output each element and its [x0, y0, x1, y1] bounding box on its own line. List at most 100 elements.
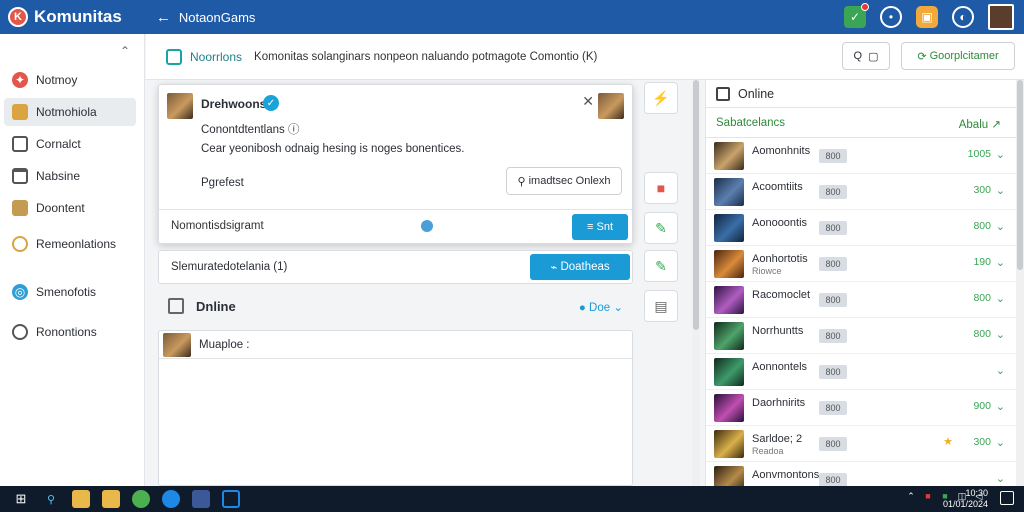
security-icon[interactable]: ■	[923, 491, 933, 501]
avatar	[714, 322, 744, 350]
window-icon[interactable]	[222, 490, 240, 508]
center-scrollbar[interactable]	[692, 80, 700, 486]
player-row[interactable]: Aonooontis 800 800 ⌄	[706, 210, 1019, 246]
star-icon: ★	[943, 436, 953, 448]
browser-icon[interactable]	[132, 490, 150, 508]
collapse-chevron-icon[interactable]: ⌃	[120, 44, 130, 58]
chevron-down-icon[interactable]: ⌄	[996, 292, 1005, 305]
chevron-down-icon[interactable]: ⌄	[996, 400, 1005, 413]
sidebar-item-6[interactable]: ◎ Smenofotis	[4, 278, 136, 306]
send-button[interactable]: ≡ Snt	[572, 214, 628, 240]
list-item[interactable]: Muaploe :	[159, 331, 632, 359]
online-panel-title: Online	[738, 87, 775, 101]
avatar	[163, 333, 191, 357]
popup-subtitle: Conontdtentlans ⓘ	[201, 121, 299, 137]
chevron-up-icon[interactable]: ⌃	[906, 491, 916, 501]
player-row[interactable]: Norrhuntts 800 800 ⌄	[706, 318, 1019, 354]
send-button-label: Snt	[596, 221, 613, 233]
edit-button-2[interactable]: ✎	[644, 250, 678, 282]
action-button[interactable]: ⟳ Goorplcitamer	[901, 42, 1015, 70]
avatar	[714, 214, 744, 242]
right-scrollbar[interactable]	[1016, 80, 1024, 486]
player-row[interactable]: Daorhnirits 800 900 ⌄	[706, 390, 1019, 426]
clipboard-icon: ▤	[654, 297, 668, 314]
settings-icon[interactable]: ◐	[952, 6, 974, 28]
sidebar-item-7[interactable]: Ronontions	[4, 318, 136, 346]
player-row[interactable]: Racomoclet 800 800 ⌄	[706, 282, 1019, 318]
edit-button[interactable]: ✎	[644, 212, 678, 244]
list-item-label: Muaploe :	[199, 339, 250, 351]
avatar	[714, 286, 744, 314]
subheader-left[interactable]: Sabatcelancs	[716, 117, 785, 129]
sidebar: ⌃ ✦ Notmoy Notmohiola Cornalct Nabsine D…	[0, 34, 145, 486]
online-list: Muaploe :	[158, 330, 633, 486]
folder-icon[interactable]	[102, 490, 120, 508]
explorer-icon[interactable]	[72, 490, 90, 508]
chevron-down-icon[interactable]: ⌄	[996, 364, 1005, 377]
edge-icon[interactable]	[162, 490, 180, 508]
player-name: Aonnontels	[752, 361, 808, 373]
sidebar-item-2[interactable]: Cornalct	[4, 130, 136, 158]
gift-button[interactable]: ■	[644, 172, 678, 204]
chevron-down-icon[interactable]: ⌄	[996, 256, 1005, 269]
store-icon[interactable]: ▣	[916, 6, 938, 28]
player-value: 800	[973, 328, 991, 340]
notifications-icon[interactable]: ✓	[844, 3, 869, 28]
scroll-thumb[interactable]	[693, 80, 699, 330]
preset-select-value: imadtsec Onlexh	[528, 175, 611, 187]
sidebar-item-4[interactable]: Doontent	[4, 194, 136, 222]
notification-dot	[861, 3, 869, 11]
player-value: 300	[973, 184, 991, 196]
player-row[interactable]: Sarldoe; 2 Readoa 800 ★ 300 ⌄	[706, 426, 1019, 462]
sidebar-item-1[interactable]: Notmohiola	[4, 98, 136, 126]
clipboard-button[interactable]: ▤	[644, 290, 678, 322]
info-icon[interactable]: ⓘ	[288, 124, 300, 136]
attachment-icon[interactable]	[421, 220, 433, 232]
search-icon[interactable]: ⚲	[42, 490, 60, 508]
online-section-title: Dnline	[196, 299, 236, 314]
level-badge: 800	[819, 293, 847, 307]
recipient-avatar	[598, 93, 624, 119]
close-icon[interactable]: ✕	[582, 93, 594, 110]
popup-name: Drehwoons	[201, 97, 267, 111]
chevron-down-icon[interactable]: ⌄	[996, 184, 1005, 197]
sidebar-item-5[interactable]: Remeonlations	[4, 230, 136, 258]
online-panel-header: Online	[706, 80, 1019, 108]
user-avatar[interactable]	[988, 4, 1014, 30]
toolbar: Noorrlons Komonitas solanginars nonpeon …	[146, 34, 1024, 80]
player-row[interactable]: Aonnontels 800 ⌄	[706, 354, 1019, 390]
messages-icon[interactable]: •	[880, 6, 902, 28]
player-row[interactable]: Aonhortotis Riowce 800 190 ⌄	[706, 246, 1019, 282]
clock-time: 10:30	[965, 488, 988, 498]
player-name: Aomonhnits	[752, 145, 811, 157]
scroll-thumb[interactable]	[1017, 80, 1023, 270]
chat-icon	[12, 236, 28, 252]
chevron-down-icon[interactable]: ⌄	[996, 436, 1005, 449]
preset-select[interactable]: ⚲ imadtsec Onlexh	[506, 167, 622, 195]
start-icon[interactable]: ⊞	[12, 490, 30, 508]
chevron-down-icon[interactable]: ⌄	[996, 220, 1005, 233]
back-arrow-icon[interactable]: ←	[156, 9, 171, 26]
chevron-down-icon[interactable]: ⌄	[996, 148, 1005, 161]
chevron-down-icon[interactable]: ⌄	[996, 472, 1005, 485]
pin-button[interactable]: ⚡	[644, 82, 678, 114]
popup-subtitle-text: Conontdtentlans	[201, 124, 285, 136]
online-section-header: Dnline ● Doe ⌄	[158, 294, 633, 320]
notification-center-icon[interactable]	[1000, 491, 1014, 505]
list-icon	[12, 136, 28, 152]
sidebar-item-3[interactable]: Nabsine	[4, 162, 136, 190]
player-row[interactable]: Acoomtiits 800 300 ⌄	[706, 174, 1019, 210]
online-dropdown[interactable]: ● Doe ⌄	[579, 300, 623, 314]
player-row[interactable]: Aomonhnits 800 1005 ⌄	[706, 138, 1019, 174]
search-button[interactable]: Q ▢	[842, 42, 890, 70]
folder-icon	[12, 104, 28, 120]
primary-button[interactable]: ⌁ Doatheas	[530, 254, 630, 280]
player-value: 1005	[967, 148, 991, 160]
sidebar-item-label: Remeonlations	[36, 237, 117, 251]
sidebar-item-label: Smenofotis	[36, 285, 97, 299]
clock[interactable]: 10:30 01/01/2024	[943, 488, 988, 510]
sidebar-item-0[interactable]: ✦ Notmoy	[4, 66, 136, 94]
subheader-right[interactable]: Abalu ↗	[959, 117, 1001, 131]
app-icon[interactable]	[192, 490, 210, 508]
chevron-down-icon[interactable]: ⌄	[996, 328, 1005, 341]
